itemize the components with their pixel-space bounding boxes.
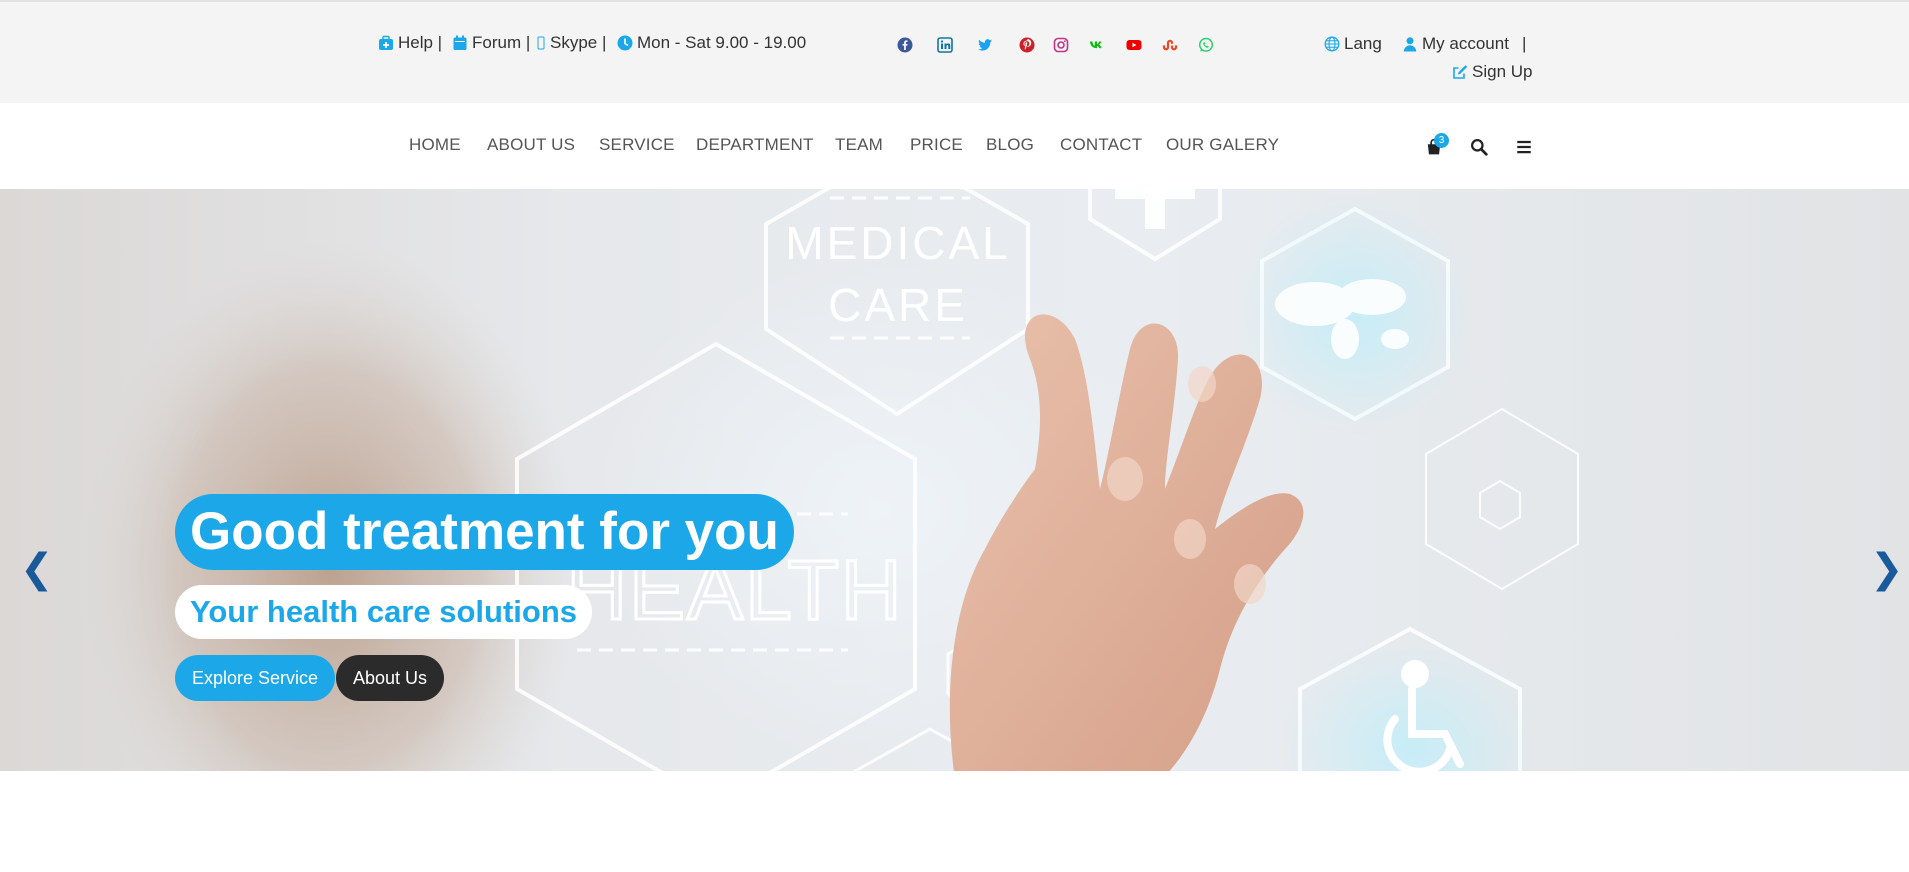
help-label: Help | bbox=[398, 33, 443, 52]
nav-service[interactable]: SERVICE bbox=[599, 135, 675, 155]
facebook-icon[interactable] bbox=[896, 36, 914, 54]
nav-contact[interactable]: CONTACT bbox=[1060, 135, 1142, 155]
sign-up-label: Sign Up bbox=[1472, 62, 1533, 81]
nav-our-galery[interactable]: OUR GALERY bbox=[1166, 135, 1279, 155]
language-selector[interactable]: Lang bbox=[1324, 34, 1382, 54]
pinterest-icon[interactable] bbox=[1018, 36, 1036, 54]
mobile-icon bbox=[536, 35, 546, 51]
forum-label: Forum | bbox=[472, 33, 531, 52]
slider-prev-arrow-icon[interactable]: ❮ bbox=[20, 549, 54, 589]
edit-icon bbox=[1452, 64, 1468, 80]
sign-up-link[interactable]: Sign Up bbox=[1452, 62, 1532, 82]
nav-department[interactable]: DEPARTMENT bbox=[696, 135, 814, 155]
my-account-label: My account bbox=[1422, 34, 1509, 53]
about-us-button[interactable]: About Us bbox=[336, 655, 445, 701]
youtube-icon[interactable] bbox=[1125, 36, 1143, 54]
image-text-medical: MEDICAL bbox=[785, 217, 1010, 269]
stumbleupon-icon[interactable] bbox=[1161, 36, 1179, 54]
clock-icon bbox=[617, 35, 633, 51]
image-text-care: CARE bbox=[828, 279, 968, 331]
nav-blog[interactable]: BLOG bbox=[986, 135, 1034, 155]
instagram-icon[interactable] bbox=[1052, 36, 1070, 54]
forum-link[interactable]: Forum | bbox=[452, 33, 530, 53]
main-navigation: HOME ABOUT US SERVICE DEPARTMENT TEAM PR… bbox=[0, 103, 1909, 189]
opening-hours: Mon - Sat 9.00 - 19.00 bbox=[617, 33, 806, 53]
nav-about-us[interactable]: ABOUT US bbox=[487, 135, 575, 155]
hero-title: Good treatment for you bbox=[175, 494, 794, 570]
nav-team[interactable]: TEAM bbox=[835, 135, 883, 155]
menu-icon[interactable] bbox=[1514, 137, 1534, 157]
nav-price[interactable]: PRICE bbox=[910, 135, 963, 155]
explore-service-button[interactable]: Explore Service bbox=[175, 655, 336, 701]
hero-slider: MEDICAL CARE HEALTH Good treatment for y… bbox=[0, 189, 1909, 771]
user-icon bbox=[1402, 36, 1418, 52]
cart-count-badge: 3 bbox=[1434, 133, 1449, 148]
separator-label: | bbox=[1522, 34, 1527, 53]
twitter-icon[interactable] bbox=[976, 36, 994, 54]
hero-subtitle: Your health care solutions bbox=[175, 585, 593, 639]
nav-home[interactable]: HOME bbox=[409, 135, 461, 155]
medkit-icon bbox=[378, 35, 394, 51]
my-account-link[interactable]: My account bbox=[1402, 34, 1509, 54]
hours-label: Mon - Sat 9.00 - 19.00 bbox=[637, 33, 807, 52]
whatsapp-icon[interactable] bbox=[1197, 36, 1215, 54]
linkedin-icon[interactable] bbox=[936, 36, 954, 54]
top-info-bar: Help | Forum | Skype | Mon - Sat 9.00 - … bbox=[0, 0, 1909, 103]
globe-icon bbox=[1324, 36, 1340, 52]
skype-link[interactable]: Skype | bbox=[536, 33, 606, 53]
calendar-icon bbox=[452, 35, 468, 51]
help-link[interactable]: Help | bbox=[378, 33, 442, 53]
language-label: Lang bbox=[1344, 34, 1382, 53]
vk-icon[interactable] bbox=[1088, 36, 1106, 54]
search-icon[interactable] bbox=[1469, 137, 1489, 157]
skype-label: Skype | bbox=[550, 33, 607, 52]
slider-next-arrow-icon[interactable]: ❯ bbox=[1870, 549, 1904, 589]
account-separator: | bbox=[1522, 34, 1526, 54]
